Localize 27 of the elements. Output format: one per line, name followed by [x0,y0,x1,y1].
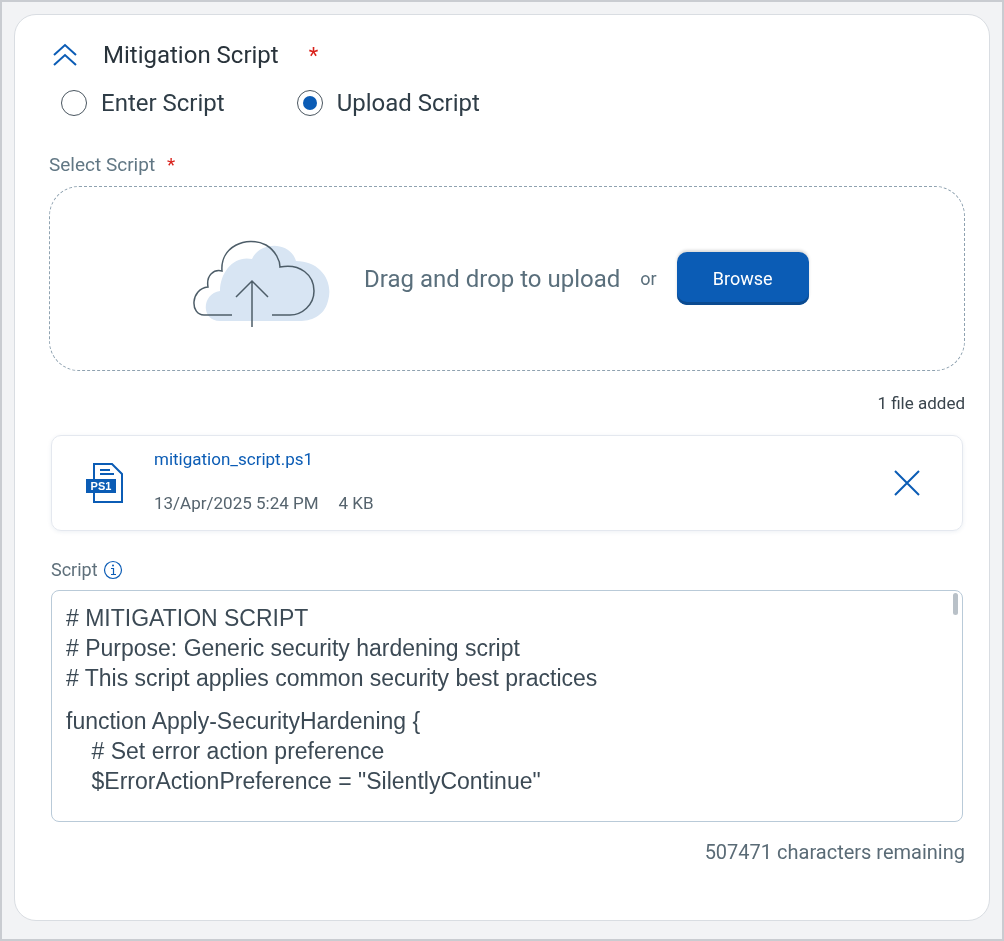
code-line: # Set error action preference [90,737,386,766]
code-line: # Purpose: Generic security hardening script [66,634,521,663]
radio-option[interactable]: Enter Script [61,89,225,117]
code-line: # MITIGATION SCRIPT [66,604,310,633]
info-icon[interactable] [102,559,123,580]
scrollbar-thumb[interactable] [953,593,958,615]
characters-remaining: 507471 characters remaining [703,840,965,864]
code-line: # This script applies common security best practices [66,664,599,693]
upload-dropzone[interactable]: Drag and drop to upload or Browse [49,186,965,371]
dropzone-text: Drag and drop to upload [364,264,621,293]
code-line: $ErrorActionPreference = "SilentlyContinue" [90,767,542,796]
file-size: 4 KB [338,493,374,513]
section-title: Mitigation Script [103,41,279,69]
required-mark: * [167,153,176,176]
file-name[interactable]: mitigation_script.ps1 [154,449,892,469]
field-label: Script [51,559,98,580]
field-label: Select Script [49,153,156,176]
close-icon[interactable] [892,468,922,498]
code-line: function Apply-SecurityHardening { [66,707,422,736]
double-chevron-up-icon[interactable] [51,41,79,69]
required-mark: * [308,42,319,68]
file-date: 13/Apr/2025 5:24 PM [154,493,319,513]
radio-option[interactable]: Upload Script [296,89,480,117]
browse-button[interactable]: Browse [676,252,809,305]
file-count: 1 file added [876,393,965,413]
script-editor[interactable] [51,590,963,822]
or-separator: or [640,268,657,289]
